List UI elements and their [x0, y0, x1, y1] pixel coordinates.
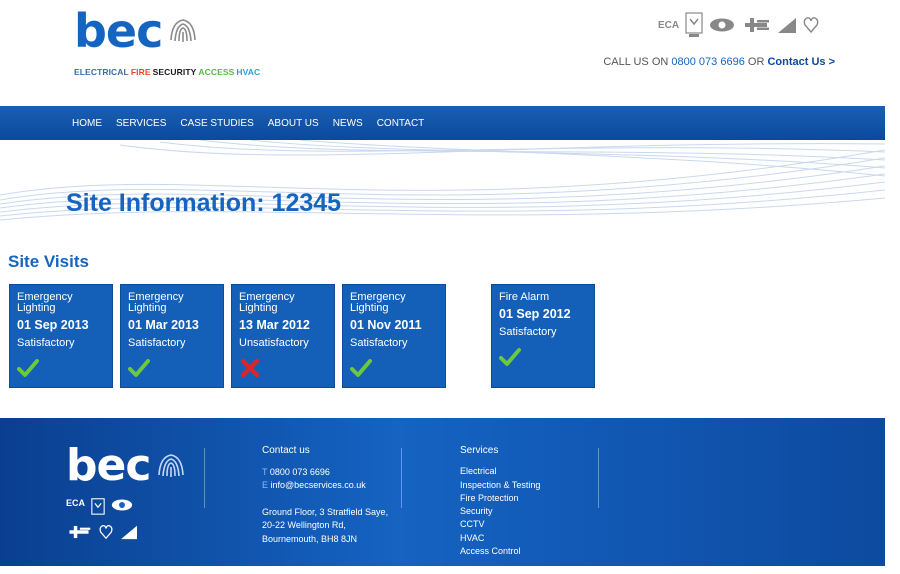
visit-status: Satisfactory	[350, 337, 408, 349]
footer-accreditations: ECA	[66, 498, 156, 540]
footer-email[interactable]: E info@becservices.co.uk	[262, 479, 388, 493]
footer-contact-heading: Contact us	[262, 445, 310, 456]
logo-wordmark: bec	[74, 4, 163, 58]
visit-status: Satisfactory	[128, 337, 186, 349]
nicc-badge-icon	[91, 498, 105, 515]
footer-divider	[598, 448, 599, 508]
visit-type: Fire Alarm	[499, 291, 550, 303]
footer-services: Services Electrical Inspection & Testing…	[460, 444, 540, 558]
main-nav: HOME SERVICES CASE STUDIES ABOUT US NEWS…	[0, 106, 885, 140]
accreditation-logos: ECA	[658, 12, 819, 38]
nicc-badge-icon	[685, 12, 703, 37]
call-prefix: CALL US ON	[603, 56, 669, 68]
safe-contractor-icon	[121, 525, 137, 540]
header-phone-number[interactable]: 0800 073 6696	[671, 56, 744, 68]
nav-home[interactable]: HOME	[72, 118, 102, 129]
chas-cross-icon	[745, 18, 770, 32]
visit-type: Emergency Lighting	[350, 291, 406, 314]
footer: bec ECA Contact us T 0800 073 6696 E inf…	[0, 418, 885, 566]
visit-card[interactable]: Emergency Lighting 01 Mar 2013 Satisfact…	[120, 284, 224, 388]
visit-card[interactable]: Fire Alarm 01 Sep 2012 Satisfactory	[491, 284, 595, 388]
footer-service-link[interactable]: Electrical	[460, 465, 540, 478]
nsi-eye-icon	[710, 18, 735, 32]
page-title: Site Information: 12345	[66, 189, 342, 217]
checkmark-icon	[499, 348, 521, 366]
footer-phone-number[interactable]: 0800 073 6696	[270, 467, 330, 477]
address-line: 20-22 Wellington Rd,	[262, 520, 346, 530]
or-text: OR	[747, 56, 765, 68]
tagline-word: HVAC	[236, 67, 261, 77]
wave-banner	[0, 140, 885, 221]
address-line: Ground Floor, 3 Stratfield Saye,	[262, 506, 389, 517]
fingerprint-icon	[158, 454, 185, 477]
nav-services[interactable]: SERVICES	[116, 118, 166, 129]
address-line: Bournemouth, BH8 8JN	[262, 533, 358, 544]
fingerprint-icon	[170, 19, 197, 42]
visit-card[interactable]: Emergency Lighting 13 Mar 2012 Unsatisfa…	[231, 284, 335, 388]
visit-type: Emergency Lighting	[239, 291, 295, 314]
tagline-word: ELECTRICAL	[74, 67, 129, 77]
visit-status: Unsatisfactory	[239, 337, 309, 349]
footer-logo-wordmark: bec	[66, 440, 151, 491]
eca-logo: ECA	[66, 498, 86, 508]
nav-contact[interactable]: CONTACT	[377, 118, 425, 129]
footer-logo[interactable]: bec	[66, 444, 188, 488]
page: bec ELECTRICAL FIRE SECURITY ACCESS HVAC ECA…	[0, 0, 885, 566]
footer-services-heading: Services	[460, 445, 499, 456]
checkmark-icon	[128, 359, 150, 377]
visit-date: 01 Nov 2011	[350, 318, 422, 332]
phone-prefix: T	[262, 466, 268, 477]
safe-contractor-icon	[778, 18, 797, 33]
bec-logo[interactable]: bec	[74, 8, 200, 54]
nsi-eye-icon	[111, 499, 133, 511]
checkmark-icon	[350, 359, 372, 377]
nav-case-studies[interactable]: CASE STUDIES	[180, 118, 253, 129]
visit-date: 01 Mar 2013	[128, 318, 199, 332]
footer-service-link[interactable]: Inspection & Testing	[460, 479, 540, 492]
tagline-word: SECURITY	[152, 67, 197, 77]
section-title-site-visits: Site Visits	[8, 252, 89, 271]
footer-contact: Contact us T 0800 073 6696 E info@becser…	[262, 444, 388, 546]
call-us-line: CALL US ON 0800 073 6696 OR Contact Us >	[603, 56, 835, 68]
footer-divider	[401, 448, 402, 508]
visit-date: 01 Sep 2013	[17, 318, 89, 332]
footer-service-link[interactable]: CCTV	[460, 518, 540, 531]
footer-email-address[interactable]: info@becservices.co.uk	[271, 480, 366, 490]
footer-service-link[interactable]: Security	[460, 505, 540, 518]
eca-logo: ECA	[658, 19, 680, 31]
tagline-word: FIRE	[130, 67, 151, 77]
visit-type: Emergency Lighting	[17, 291, 73, 314]
footer-service-link[interactable]: HVAC	[460, 532, 540, 545]
heart-shield-icon	[803, 17, 819, 34]
heart-shield-icon	[99, 524, 113, 540]
nav-news[interactable]: NEWS	[333, 118, 363, 129]
visit-status: Satisfactory	[499, 326, 557, 338]
chas-cross-icon	[69, 525, 91, 539]
visit-date: 01 Sep 2012	[499, 307, 571, 321]
visit-card[interactable]: Emergency Lighting 01 Sep 2013 Satisfact…	[9, 284, 113, 388]
nav-about-us[interactable]: ABOUT US	[268, 118, 319, 129]
visit-type: Emergency Lighting	[128, 291, 184, 314]
footer-service-link[interactable]: Access Control	[460, 545, 540, 558]
contact-us-link[interactable]: Contact Us >	[767, 56, 835, 68]
visit-status: Satisfactory	[17, 337, 75, 349]
footer-service-link[interactable]: Fire Protection	[460, 492, 540, 505]
footer-phone[interactable]: T 0800 073 6696	[262, 466, 388, 480]
tagline-word: ACCESS	[198, 67, 235, 77]
services-tagline: ELECTRICAL FIRE SECURITY ACCESS HVAC	[74, 67, 262, 77]
cross-icon	[240, 358, 260, 378]
checkmark-icon	[17, 359, 39, 377]
visit-card[interactable]: Emergency Lighting 01 Nov 2011 Satisfact…	[342, 284, 446, 388]
footer-divider	[204, 448, 205, 508]
email-prefix: E	[262, 480, 269, 490]
visit-date: 13 Mar 2012	[239, 318, 310, 332]
